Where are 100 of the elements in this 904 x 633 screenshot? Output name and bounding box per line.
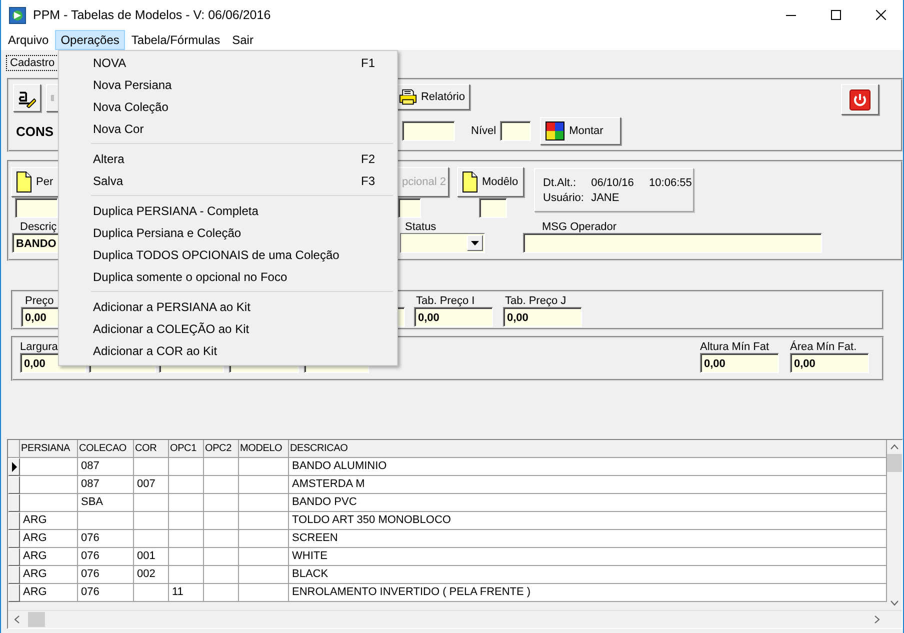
table-cell: 007 xyxy=(134,476,169,494)
power-icon xyxy=(849,88,871,110)
column-header[interactable]: COLECAO xyxy=(78,440,134,458)
printer-icon xyxy=(399,88,417,106)
table-cell xyxy=(239,566,289,584)
level-field[interactable] xyxy=(500,121,532,141)
level-label: Nível xyxy=(471,125,496,137)
table-cell xyxy=(239,494,289,512)
menu-item[interactable]: Operações xyxy=(54,30,126,50)
menu-item[interactable]: Nova Persiana xyxy=(61,74,395,96)
table-cell xyxy=(204,512,239,530)
horizontal-scrollbar[interactable] xyxy=(8,610,902,628)
menu-item[interactable]: Tabela/Fórmulas xyxy=(125,30,226,50)
tab[interactable]: Cadastro xyxy=(6,55,59,71)
menu-item[interactable]: Duplica PERSIANA - Completa xyxy=(61,200,395,222)
minimum-field[interactable]: 0,00 xyxy=(700,353,779,373)
table-cell: BLACK xyxy=(289,566,887,584)
table-cell xyxy=(169,530,204,548)
minimum-label: Área Mín Fat. xyxy=(790,341,858,353)
text-field[interactable] xyxy=(15,198,58,218)
price-field[interactable]: 0,00 xyxy=(503,307,582,327)
table-cell xyxy=(204,458,239,476)
message-field[interactable] xyxy=(523,233,822,253)
user-text: JANE xyxy=(591,192,620,204)
table-cell: SBA xyxy=(78,494,134,512)
user-label: Usuário: xyxy=(543,192,585,204)
description-field[interactable]: BANDO xyxy=(12,233,60,253)
model-button[interactable]: Modêlo xyxy=(457,167,524,197)
table-cell xyxy=(169,512,204,530)
table-cell xyxy=(204,584,239,602)
table-cell xyxy=(134,494,169,512)
date-label: Dt.Alt.: xyxy=(543,176,578,188)
table-cell xyxy=(204,476,239,494)
table-cell: 076 xyxy=(78,548,134,566)
table-cell xyxy=(204,494,239,512)
time-text: 10:06:55 xyxy=(649,176,693,188)
text-field[interactable] xyxy=(479,198,507,218)
table-cell xyxy=(169,566,204,584)
menu-item[interactable]: Adicionar a PERSIANA ao Kit xyxy=(61,296,395,318)
table-cell xyxy=(239,458,289,476)
table-cell: BANDO ALUMINIO xyxy=(289,458,887,476)
spelling-button[interactable] xyxy=(13,84,41,112)
status-label: Status xyxy=(404,221,438,233)
price-field[interactable]: 0,00 xyxy=(414,307,493,327)
menu-item[interactable]: Sair xyxy=(226,30,260,50)
persiana-button[interactable]: Per xyxy=(11,167,59,197)
save-button[interactable] xyxy=(46,84,59,112)
table-cell xyxy=(204,530,239,548)
menu-item[interactable]: NOVA F1 xyxy=(61,52,395,74)
table-cell: AMSTERDA M xyxy=(289,476,887,494)
row-indicator[interactable] xyxy=(8,458,20,476)
menu-item[interactable]: Adicionar a COLEÇÃO ao Kit xyxy=(61,318,395,340)
column-header[interactable]: COR xyxy=(134,440,169,458)
table-cell xyxy=(204,566,239,584)
table-cell: ARG xyxy=(20,548,78,566)
table-cell xyxy=(239,476,289,494)
menu-item[interactable]: Duplica Persiana e Coleção xyxy=(61,222,395,244)
table-cell xyxy=(134,530,169,548)
text-field[interactable] xyxy=(402,121,455,141)
power-button[interactable] xyxy=(841,84,879,115)
table-cell xyxy=(169,548,204,566)
app-icon xyxy=(9,6,26,24)
table-cell: 076 xyxy=(78,566,134,584)
column-header[interactable]: PERSIANA xyxy=(20,440,78,458)
document-icon xyxy=(16,171,32,193)
price-label: Tab. Preço I xyxy=(415,295,476,307)
table-cell xyxy=(204,548,239,566)
status-dropdown[interactable] xyxy=(400,233,485,253)
scroll-thumb[interactable] xyxy=(887,454,902,472)
menu-item[interactable]: Arquivo xyxy=(2,30,55,50)
document-icon xyxy=(462,171,478,193)
menu-item[interactable]: Nova Coleção xyxy=(61,96,395,118)
table-cell: 076 xyxy=(78,530,134,548)
menu-item[interactable]: Duplica TODOS OPCIONAIS de uma Coleção xyxy=(61,244,395,266)
table-cell xyxy=(20,494,78,512)
table-cell: 076 xyxy=(78,584,134,602)
table-cell xyxy=(169,494,204,512)
table-cell: 002 xyxy=(134,566,169,584)
minimum-label: Altura Mín Fat xyxy=(700,341,770,353)
current-row-icon xyxy=(12,462,16,472)
column-header[interactable]: OPC2 xyxy=(204,440,239,458)
table-cell: ENROLAMENTO INVERTIDO ( PELA FRENTE ) xyxy=(289,584,887,602)
column-header[interactable]: MODELO xyxy=(239,440,289,458)
mode-label: CONS xyxy=(16,124,55,138)
description-label: Descriç xyxy=(19,221,58,233)
menu-item[interactable]: Duplica somente o opcional no Foco xyxy=(61,266,395,288)
table-cell xyxy=(78,512,134,530)
table-cell: BANDO PVC xyxy=(289,494,887,512)
table-cell: SCREEN xyxy=(289,530,887,548)
scroll-thumb[interactable] xyxy=(28,612,45,627)
minimum-field[interactable]: 0,00 xyxy=(790,353,869,373)
menu-item[interactable]: Altera F2 xyxy=(61,148,395,170)
column-header[interactable]: OPC1 xyxy=(169,440,204,458)
build-button[interactable]: Montar xyxy=(540,117,622,145)
table-cell: 11 xyxy=(169,584,204,602)
column-header[interactable]: DESCRICAO xyxy=(289,440,887,458)
menu-item[interactable]: Nova Cor xyxy=(61,118,395,140)
text-field[interactable] xyxy=(398,198,421,218)
table-cell xyxy=(134,512,169,530)
table-cell: TOLDO ART 350 MONOBLOCO xyxy=(289,512,887,530)
